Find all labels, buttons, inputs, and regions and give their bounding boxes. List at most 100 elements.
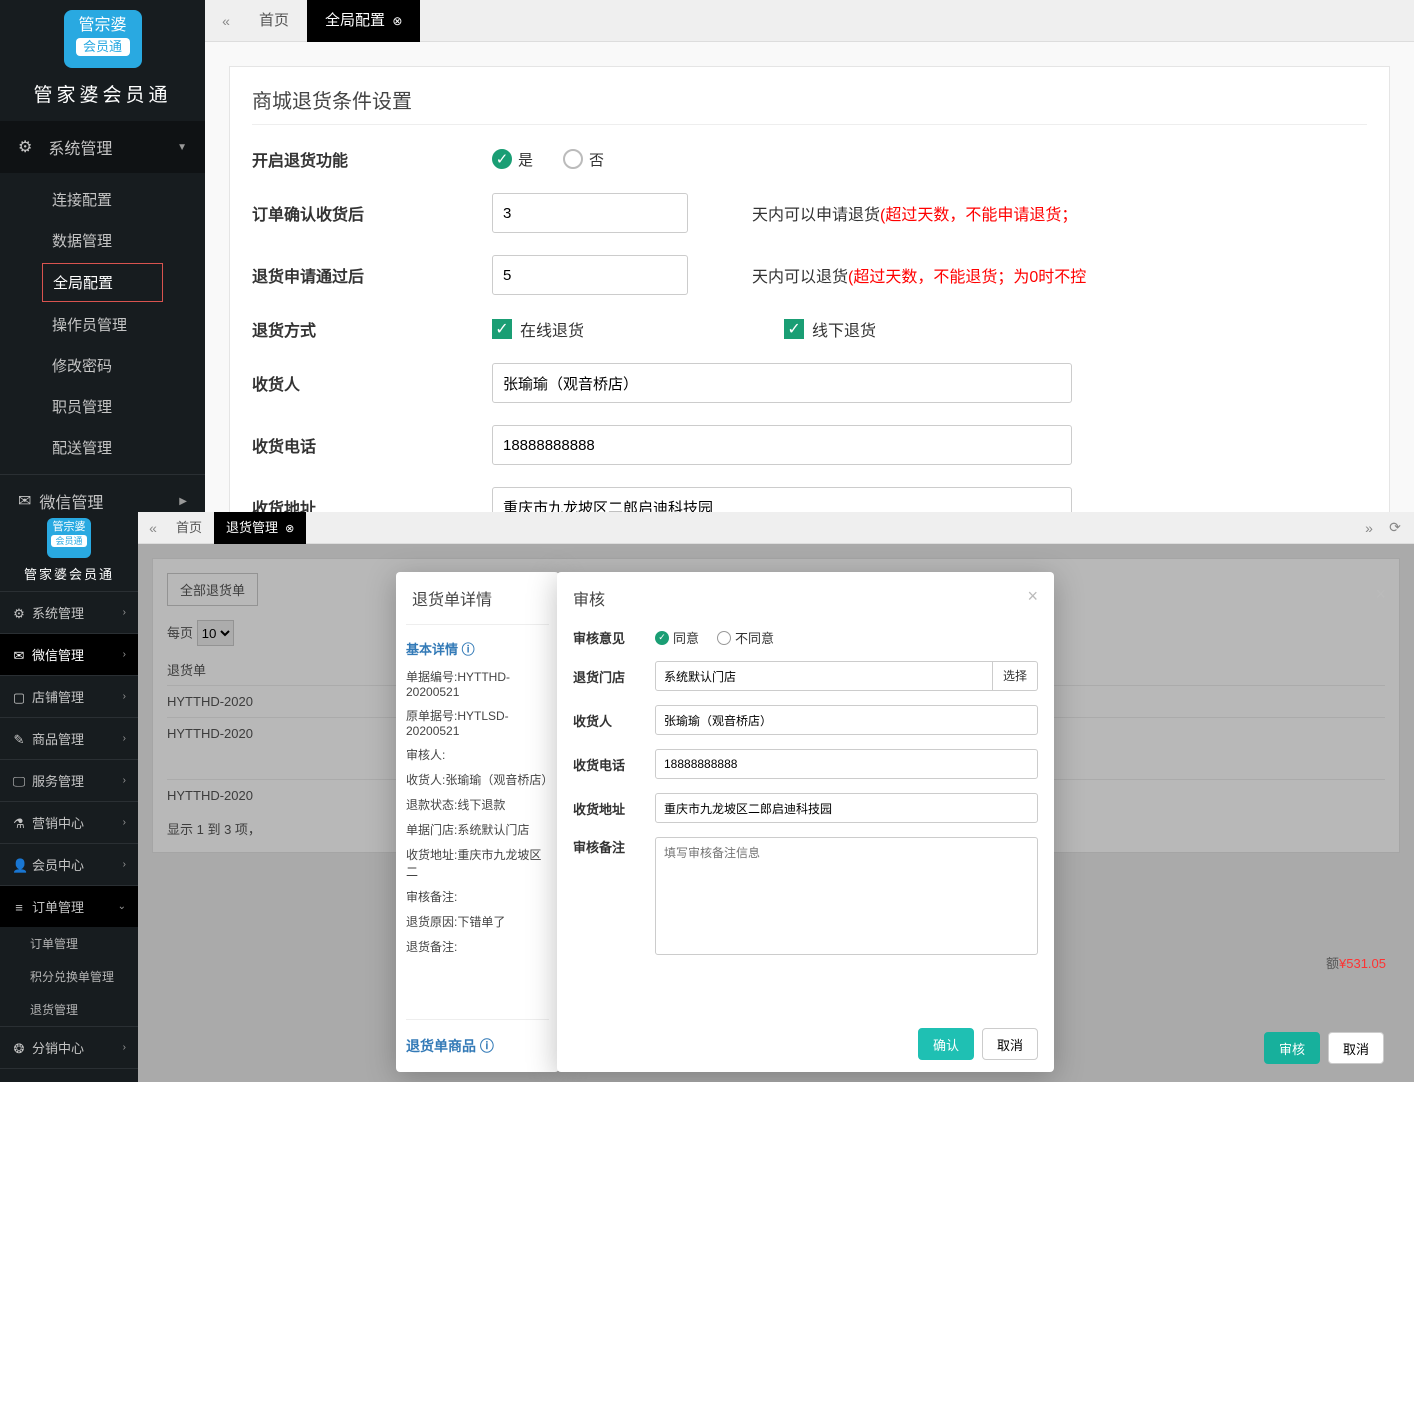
close-icon[interactable]: × — [1027, 586, 1038, 610]
nav-icon: ≡ — [12, 900, 26, 915]
info-line: 收货人:张瑜瑜（观音桥店） — [406, 767, 549, 792]
nav-item[interactable]: ▢店铺管理› — [0, 675, 138, 717]
info-line: 单据编号:HYTTHD-20200521 — [406, 664, 549, 703]
info-icon: ⓘ — [462, 642, 475, 657]
nav-item[interactable]: ⚗营销中心› — [0, 801, 138, 843]
input-address[interactable] — [492, 487, 1072, 512]
radio-agree-label: 同意 — [673, 628, 699, 647]
select-store-button[interactable]: 选择 — [993, 661, 1038, 691]
tab-menu[interactable]: ⟳ — [1384, 517, 1406, 539]
nav-sub-item[interactable]: 订单管理 — [0, 927, 138, 960]
nav-global-config[interactable]: 全局配置 — [42, 263, 163, 302]
nav-icon: ⚙ — [12, 606, 26, 622]
nav-icon: ⚗ — [12, 816, 26, 832]
info-line: 单据门店:系统默认门店 — [406, 817, 549, 842]
label-return-store: 退货门店 — [573, 667, 655, 686]
settings-panel: 商城退货条件设置 开启退货功能 ✓是 否 订单确认收货后 天内可以申请退货(超过… — [229, 66, 1390, 512]
nav-sub-item[interactable]: 积分兑换单管理 — [0, 960, 138, 993]
nav-item[interactable]: ✉微信管理› — [0, 633, 138, 675]
input-receiver[interactable] — [655, 705, 1038, 735]
modal-title: 退货单详情 — [412, 586, 492, 610]
info-line: 审核备注: — [406, 884, 549, 909]
gear-icon: ⚙ — [18, 137, 32, 157]
app-title: 管家婆会员通 — [0, 560, 138, 591]
logo: 管宗婆会员通 — [47, 518, 91, 558]
confirm-button[interactable]: 确认 — [918, 1028, 974, 1060]
nav-item[interactable]: ▥数据中心› — [0, 1068, 138, 1082]
panel-title: 商城退货条件设置 — [252, 85, 1367, 125]
tab-scroll-left[interactable]: « — [142, 517, 164, 539]
label-audit-remark: 审核备注 — [573, 837, 655, 856]
input-address[interactable] — [655, 793, 1038, 823]
nav-icon: ✎ — [12, 732, 26, 748]
tab-scroll-right[interactable]: » — [1358, 517, 1380, 539]
check-offline-label: 线下退货 — [812, 317, 876, 341]
audit-button[interactable]: 审核 — [1264, 1032, 1320, 1064]
check-online-return[interactable]: ✓在线退货 — [492, 317, 584, 341]
info-line: 审核人: — [406, 742, 549, 767]
nav-sub-item[interactable]: 退货管理 — [0, 993, 138, 1026]
tab-home[interactable]: 首页 — [241, 0, 307, 42]
info-line: 退款状态:线下退款 — [406, 792, 549, 817]
tab-scroll-left[interactable]: « — [211, 6, 241, 36]
chevron-icon: ⌄ — [118, 901, 126, 912]
modal-title: 审核 — [573, 586, 605, 610]
logo-text-top: 管宗婆 — [70, 14, 136, 34]
sidebar: 管宗婆会员通 管家婆会员通 ⚙系统管理 ▼ 连接配置 数据管理 全局配置 操作员… — [0, 0, 205, 512]
radio-agree[interactable]: ✓同意 — [655, 628, 699, 647]
nav-wechat-label: 微信管理 — [39, 489, 103, 512]
nav-item[interactable]: ❂分销中心› — [0, 1026, 138, 1068]
nav-connect-config[interactable]: 连接配置 — [0, 179, 205, 220]
nav-item[interactable]: ⚙系统管理› — [0, 591, 138, 633]
radio-yes[interactable]: ✓是 — [492, 149, 533, 170]
chevron-down-icon: ▼ — [177, 142, 187, 153]
radio-no-label: 否 — [589, 149, 604, 170]
nav-icon: ▢ — [12, 690, 26, 706]
input-days-after-approve[interactable] — [492, 255, 688, 295]
input-phone[interactable] — [492, 425, 1072, 465]
nav-operator-mgmt[interactable]: 操作员管理 — [0, 304, 205, 345]
nav-item[interactable]: 👤会员中心› — [0, 843, 138, 885]
info-line: 退货原因:下错单了 — [406, 909, 549, 934]
label-address: 收货地址 — [252, 495, 492, 512]
cancel-button[interactable]: 取消 — [982, 1028, 1038, 1060]
hint-after-approve: 天内可以退货(超过天数，不能退货；为0时不控 — [752, 263, 1086, 287]
info-line: 原单据号:HYTLSD-20200521 — [406, 703, 549, 742]
nav-system-label: 系统管理 — [48, 135, 112, 159]
tab-home[interactable]: 首页 — [164, 512, 214, 544]
nav-item[interactable]: 🖵服务管理› — [0, 759, 138, 801]
radio-no[interactable]: 否 — [563, 149, 604, 170]
close-icon[interactable]: ⊗ — [282, 523, 294, 535]
close-icon[interactable]: × — [1375, 584, 1386, 605]
nav-change-password[interactable]: 修改密码 — [0, 345, 205, 386]
nav-icon: 👤 — [12, 858, 26, 874]
radio-disagree[interactable]: 不同意 — [717, 628, 774, 647]
input-receiver[interactable] — [492, 363, 1072, 403]
nav-system[interactable]: ⚙ 系统管理 ▼ — [0, 121, 205, 173]
sidebar: 管宗婆会员通 管家婆会员通 ⚙系统管理›✉微信管理›▢店铺管理›✎商品管理›🖵服… — [0, 512, 138, 1082]
input-phone[interactable] — [655, 749, 1038, 779]
check-offline-return[interactable]: ✓线下退货 — [784, 317, 876, 341]
textarea-audit-remark[interactable] — [655, 837, 1038, 955]
nav-data-mgmt[interactable]: 数据管理 — [0, 220, 205, 261]
tab-global-config[interactable]: 全局配置 ⊗ — [307, 0, 420, 42]
info-line: 退货备注: — [406, 934, 549, 959]
nav-staff-mgmt[interactable]: 职员管理 — [0, 386, 205, 427]
nav-icon: ❂ — [12, 1041, 26, 1057]
nav-delivery-mgmt[interactable]: 配送管理 — [0, 427, 205, 468]
input-days-after-confirm[interactable] — [492, 193, 688, 233]
chevron-icon: › — [123, 817, 126, 828]
nav-wechat[interactable]: ✉微信管理 ▶ — [0, 474, 205, 512]
app-title: 管家婆会员通 — [0, 74, 205, 121]
tab-return-mgmt[interactable]: 退货管理 ⊗ — [214, 512, 306, 544]
info-icon: ⓘ — [480, 1038, 494, 1054]
tab-return-mgmt-label: 退货管理 — [226, 520, 278, 535]
nav-item[interactable]: ≡订单管理⌄ — [0, 885, 138, 927]
cancel-button[interactable]: 取消 — [1328, 1032, 1384, 1064]
close-icon[interactable]: ⊗ — [389, 14, 402, 28]
nav-icon: 🖵 — [12, 774, 26, 790]
input-return-store[interactable] — [655, 661, 993, 691]
nav-item[interactable]: ✎商品管理› — [0, 717, 138, 759]
check-online-label: 在线退货 — [520, 317, 584, 341]
modal-return-detail: 退货单详情 基本详情 ⓘ 单据编号:HYTTHD-20200521原单据号:HY… — [396, 572, 559, 1072]
